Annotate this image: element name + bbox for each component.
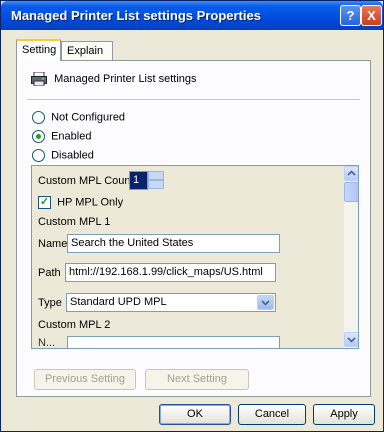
radio-circle[interactable]: [32, 111, 45, 124]
scroll-up-icon[interactable]: [344, 166, 358, 181]
printer-policy-icon: [31, 72, 47, 86]
previous-setting-button[interactable]: Previous Setting: [34, 369, 136, 390]
mpl1-heading: Custom MPL 1: [38, 216, 111, 228]
radio-disabled[interactable]: Disabled: [32, 149, 94, 165]
type-select-value: Standard UPD MPL: [70, 296, 167, 308]
apply-button[interactable]: Apply: [313, 404, 375, 425]
scroll-down-icon[interactable]: [344, 332, 358, 347]
checkmark-icon[interactable]: ✓: [38, 196, 51, 209]
help-icon: ?: [346, 8, 355, 23]
setting-header: Managed Printer List settings: [31, 72, 197, 86]
mpl-count-input[interactable]: 1: [129, 171, 148, 190]
tab-setting[interactable]: Setting: [16, 39, 61, 61]
close-icon: X: [367, 8, 376, 23]
radio-label: Enabled: [51, 130, 92, 143]
type-label: Type: [38, 297, 62, 309]
mpl-count-label: Custom MPL Count: [38, 175, 134, 187]
options-scroll-area: Custom MPL Count 1 ✓ HP MPL Only Custom …: [32, 166, 343, 348]
window-title: Managed Printer List settings Properties: [11, 8, 261, 23]
options-panel: Custom MPL Count 1 ✓ HP MPL Only Custom …: [31, 165, 359, 349]
hp-mpl-only-label: HP MPL Only: [57, 196, 124, 209]
ok-button[interactable]: OK: [159, 404, 231, 425]
radio-circle[interactable]: [32, 130, 45, 143]
setting-panel: Managed Printer List settings Not Config…: [16, 60, 371, 397]
name-label-partial: N...: [38, 337, 56, 349]
radio-circle[interactable]: [32, 149, 45, 162]
hp-mpl-only-checkbox[interactable]: ✓ HP MPL Only: [38, 196, 123, 209]
cancel-button[interactable]: Cancel: [238, 404, 306, 425]
close-button[interactable]: X: [361, 5, 382, 26]
chevron-down-icon[interactable]: [257, 295, 274, 310]
path-input[interactable]: html://192.168.1.99/click_maps/US.html: [65, 263, 276, 282]
type-select[interactable]: Standard UPD MPL: [66, 293, 276, 312]
tab-explain[interactable]: Explain: [61, 41, 113, 61]
name-input[interactable]: Search the United States: [67, 234, 280, 253]
scroll-thumb[interactable]: [344, 182, 358, 202]
radio-enabled[interactable]: Enabled: [32, 130, 91, 146]
title-bar[interactable]: Managed Printer List settings Properties…: [1, 1, 383, 30]
spin-down-button[interactable]: [148, 180, 164, 189]
name-label: Name: [38, 238, 68, 250]
properties-dialog: Managed Printer List settings Properties…: [0, 0, 384, 432]
next-setting-button[interactable]: Next Setting: [145, 369, 249, 390]
help-button[interactable]: ?: [340, 5, 361, 26]
path-label: Path: [38, 267, 61, 279]
spin-up-button[interactable]: [148, 171, 164, 180]
divider: [27, 99, 360, 100]
name-input-partial[interactable]: [67, 336, 280, 348]
radio-not-configured[interactable]: Not Configured: [32, 111, 125, 127]
mpl2-heading: Custom MPL 2: [38, 319, 111, 331]
radio-label: Not Configured: [51, 111, 126, 124]
vertical-scrollbar[interactable]: [344, 166, 358, 348]
setting-name: Managed Printer List settings: [54, 72, 197, 85]
radio-label: Disabled: [51, 149, 94, 162]
